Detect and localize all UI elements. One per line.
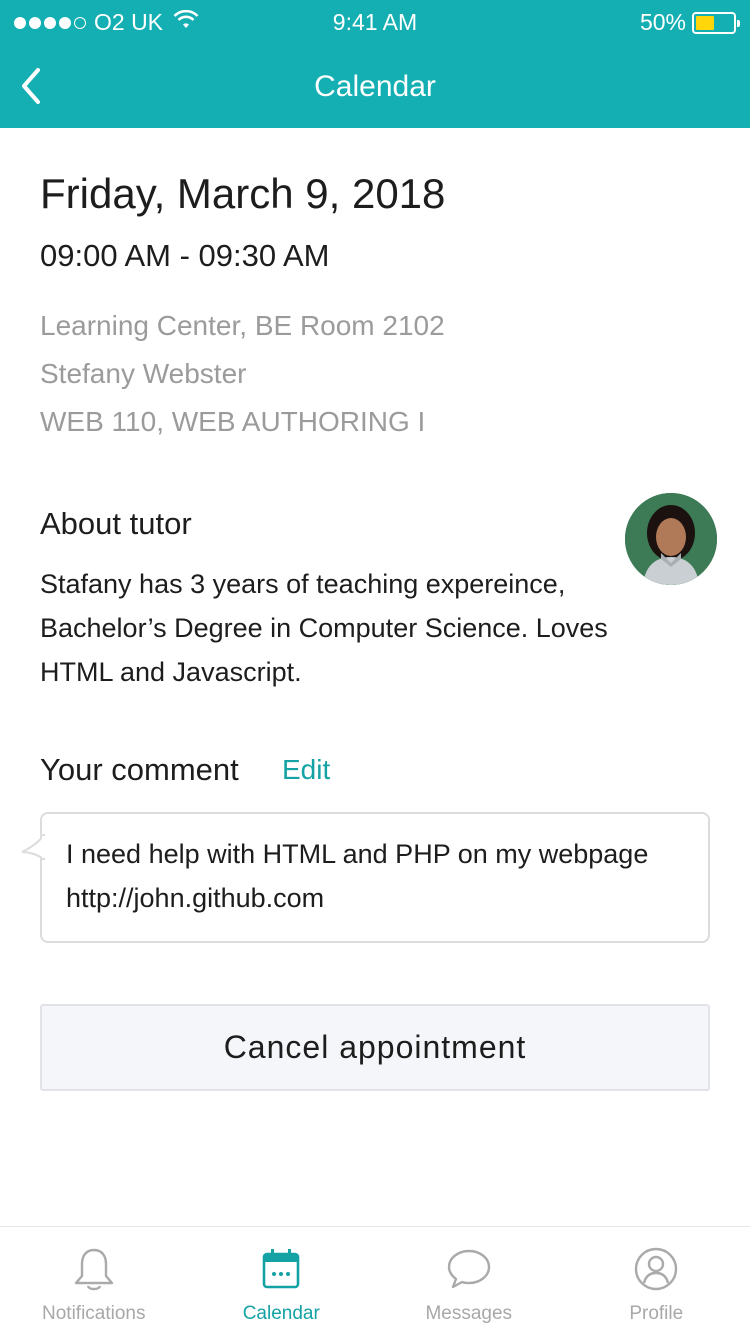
cancel-appointment-button[interactable]: Cancel appointment <box>40 1004 710 1091</box>
comment-bubble: I need help with HTML and PHP on my webp… <box>21 812 710 943</box>
user-circle-icon <box>632 1245 680 1293</box>
bell-icon <box>70 1245 118 1293</box>
tab-notifications[interactable]: Notifications <box>0 1227 188 1334</box>
tab-bar: Notifications Calendar Messages Profile <box>0 1226 750 1334</box>
nav-bar: Calendar <box>0 44 750 128</box>
tab-profile[interactable]: Profile <box>563 1227 750 1334</box>
about-tutor-text: Stafany has 3 years of teaching experein… <box>40 569 608 687</box>
battery-icon <box>692 11 740 34</box>
bubble-tail-icon <box>21 834 46 860</box>
appointment-location: Learning Center, BE Room 2102 <box>40 310 445 341</box>
calendar-icon <box>257 1245 305 1293</box>
edit-comment-link[interactable]: Edit <box>282 754 330 786</box>
header: O2 UK 9:41 AM 50% Calendar <box>0 0 750 128</box>
appointment-time: 09:00 AM - 09:30 AM <box>40 238 330 273</box>
appointment-tutor: Stefany Webster <box>40 358 247 389</box>
chat-bubble-icon <box>445 1245 493 1293</box>
comment-text: I need help with HTML and PHP on my webp… <box>66 839 649 913</box>
status-time: 9:41 AM <box>332 9 418 35</box>
your-comment-heading: Your comment <box>40 752 239 787</box>
tab-label: Profile <box>629 1303 684 1324</box>
tab-messages[interactable]: Messages <box>375 1227 563 1334</box>
tab-calendar[interactable]: Calendar <box>188 1227 376 1334</box>
appointment-date: Friday, March 9, 2018 <box>40 170 446 217</box>
appointment-course: WEB 110, WEB AUTHORING I <box>40 406 426 437</box>
tab-label: Calendar <box>242 1303 320 1324</box>
about-tutor-heading: About tutor <box>40 506 192 541</box>
battery-percent: 50% <box>639 9 686 35</box>
tab-label: Notifications <box>42 1303 146 1324</box>
status-bar: O2 UK 9:41 AM 50% <box>0 0 750 44</box>
battery-status: 50% <box>639 9 740 36</box>
tab-label: Messages <box>425 1303 513 1324</box>
page-title: Calendar <box>314 70 436 103</box>
